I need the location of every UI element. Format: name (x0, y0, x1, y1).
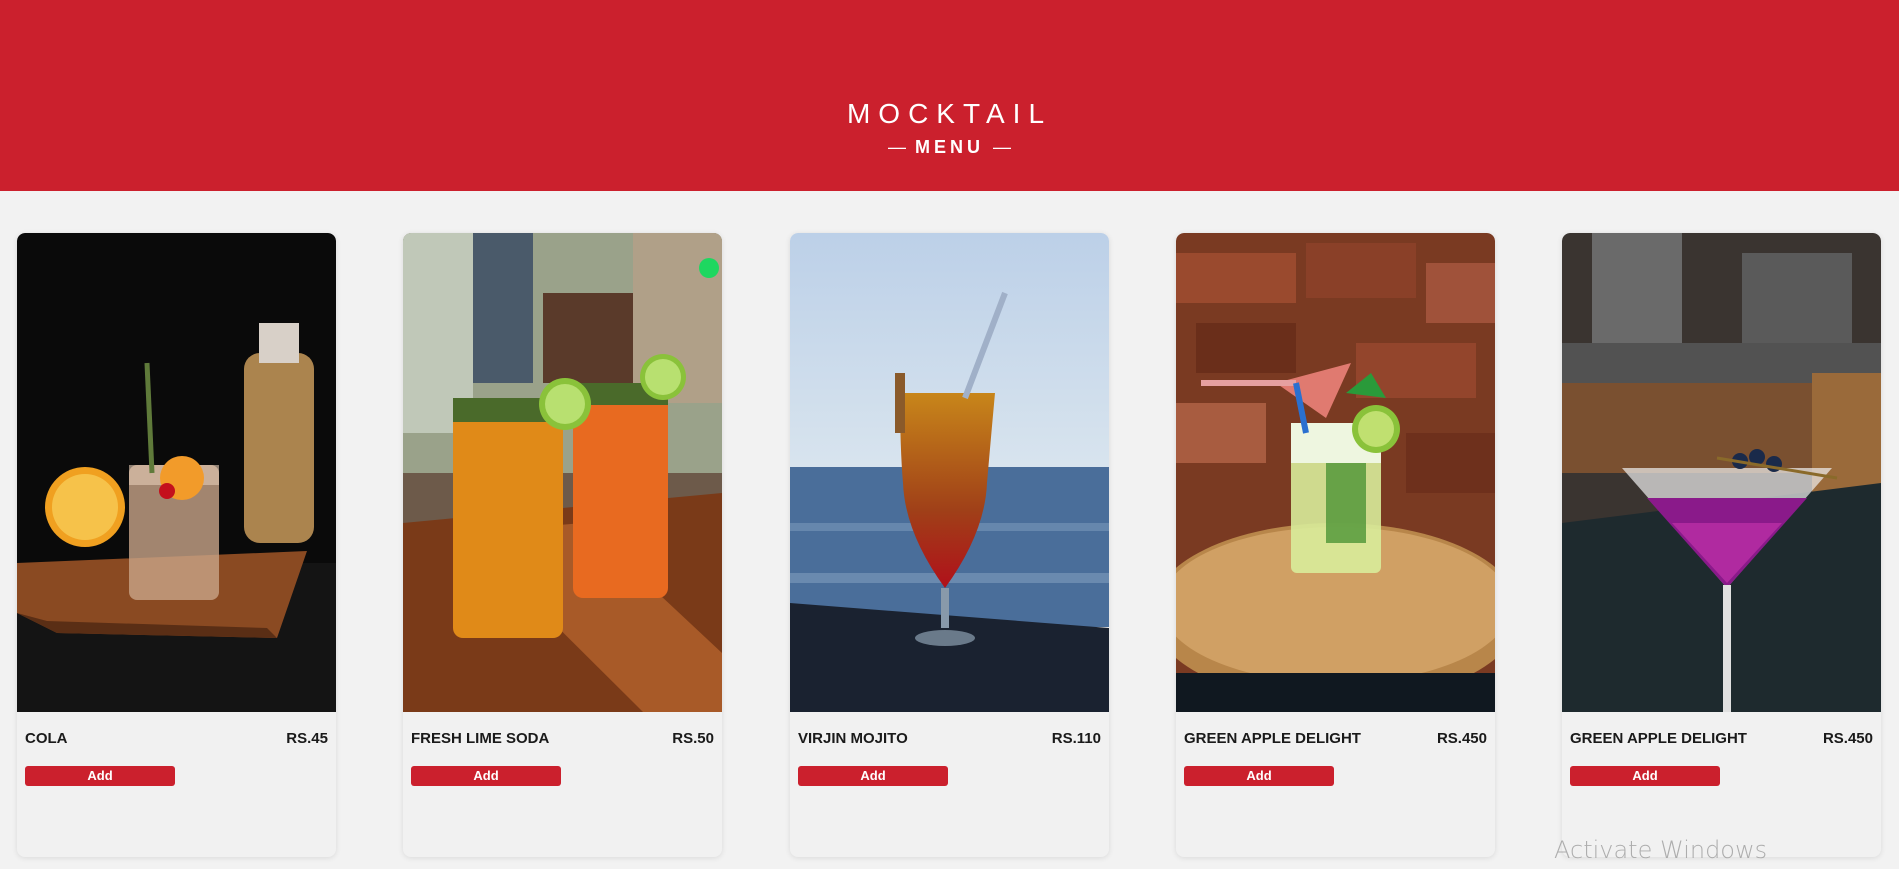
menu-card: COLA RS.45 Add (17, 233, 336, 857)
menu-card: GREEN APPLE DELIGHT RS.450 Add (1562, 233, 1881, 857)
subtitle-dash-right: — (993, 137, 1012, 157)
item-price: RS.450 (1436, 730, 1487, 747)
subtitle-dash-left: — (887, 137, 906, 157)
page-header: MOCKTAIL — MENU — (0, 0, 1899, 191)
cocktail-with-orange-photo (17, 233, 336, 712)
add-to-cart-button[interactable]: Add (1570, 766, 1720, 786)
item-name: GREEN APPLE DELIGHT (1184, 730, 1361, 747)
page-subtitle: — MENU — (0, 136, 1899, 158)
add-to-cart-button[interactable]: Add (25, 766, 175, 786)
item-price: RS.50 (672, 730, 714, 747)
page-title: MOCKTAIL (846, 98, 1053, 129)
purple-martini-photo (1562, 233, 1881, 712)
add-to-cart-button[interactable]: Add (798, 766, 948, 786)
subtitle-text: MENU (915, 137, 984, 157)
menu-card: FRESH LIME SODA RS.50 Add (403, 233, 722, 857)
mojito-with-umbrella-photo (1176, 233, 1495, 712)
item-price: RS.450 (1822, 730, 1873, 747)
add-to-cart-button[interactable]: Add (1184, 766, 1334, 786)
item-name: VIRJIN MOJITO (798, 730, 908, 747)
add-to-cart-button[interactable]: Add (411, 766, 561, 786)
item-name: FRESH LIME SODA (411, 730, 550, 747)
item-name: COLA (25, 730, 68, 747)
activate-windows-watermark: Activate Windows (1554, 836, 1768, 864)
menu-card: VIRJIN MOJITO RS.110 Add (790, 233, 1109, 857)
item-name: GREEN APPLE DELIGHT (1570, 730, 1747, 747)
item-price: RS.45 (286, 730, 328, 747)
item-price: RS.110 (1051, 730, 1101, 747)
menu-card: GREEN APPLE DELIGHT RS.450 Add (1176, 233, 1495, 857)
hurricane-glass-by-sea-photo (790, 233, 1109, 712)
two-lime-soda-glasses-photo (403, 233, 722, 712)
